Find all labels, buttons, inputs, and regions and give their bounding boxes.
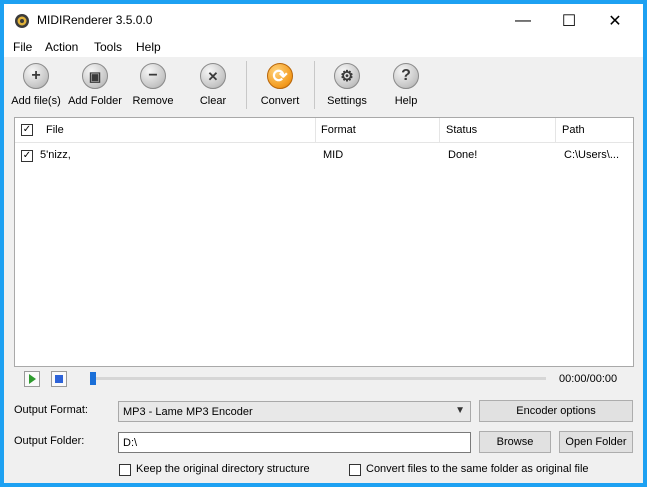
output-format-select[interactable]: MP3 - Lame MP3 Encoder ▼ [118,401,471,422]
same-folder-label: Convert files to the same folder as orig… [366,463,589,475]
menu-help[interactable]: Help [136,40,161,54]
window-title: MIDIRenderer 3.5.0.0 [37,13,153,27]
add-folder-label: Add Folder [68,95,122,107]
stop-icon [55,375,63,383]
remove-button[interactable]: − Remove [128,57,178,113]
play-button[interactable] [24,371,40,387]
column-status[interactable]: Status [446,124,477,136]
output-folder-label: Output Folder: [14,435,85,447]
settings-label: Settings [327,95,367,107]
same-folder-checkbox[interactable] [349,464,361,476]
chevron-down-icon: ▼ [455,405,465,416]
row-checkbox[interactable]: ✓ [21,150,33,162]
file-list[interactable]: ✓ File Format Status Path ✓ 5'nizz, MID … [14,117,634,367]
menu-file[interactable]: File [13,40,32,54]
column-divider[interactable] [439,118,440,142]
app-window: MIDIRenderer 3.5.0.0 — ☐ ✕ File Action T… [0,0,647,487]
seek-track[interactable] [90,377,546,380]
seek-slider-thumb[interactable] [90,372,96,385]
convert-button[interactable]: ⟳ Convert [254,57,306,113]
help-icon: ? [393,63,419,89]
menu-action[interactable]: Action [45,40,78,54]
row-status: Done! [448,149,478,161]
title-bar: MIDIRenderer 3.5.0.0 — ☐ ✕ [4,4,643,37]
row-path: C:\Users\... [564,149,620,161]
settings-icon: ⚙ [334,63,360,89]
output-format-label: Output Format: [14,404,88,416]
menu-tools[interactable]: Tools [94,40,122,54]
add-icon: + [23,63,49,89]
player-bar: 00:00/00:00 [14,367,634,391]
stop-button[interactable] [51,371,67,387]
app-logo-icon [15,14,29,28]
output-folder-input[interactable]: D:\ [118,432,471,453]
open-folder-button[interactable]: Open Folder [559,431,633,453]
menu-bar: File Action Tools Help [4,37,643,57]
clear-icon: ✕ [200,63,226,89]
output-folder-value: D:\ [123,437,138,449]
convert-icon: ⟳ [267,63,293,89]
remove-label: Remove [132,95,174,107]
select-all-checkbox[interactable]: ✓ [21,124,33,136]
settings-button[interactable]: ⚙ Settings [322,57,372,113]
help-label: Help [394,95,418,107]
output-format-value: MP3 - Lame MP3 Encoder [123,406,253,418]
minimize-button[interactable]: — [500,4,546,37]
keep-structure-checkbox[interactable] [119,464,131,476]
toolbar-separator [246,61,247,109]
column-format[interactable]: Format [321,124,356,136]
keep-structure-label: Keep the original directory structure [136,463,310,475]
maximize-button[interactable]: ☐ [546,4,592,37]
column-divider[interactable] [315,118,316,142]
add-folder-icon: ▣ [82,63,108,89]
column-path[interactable]: Path [562,124,585,136]
play-icon [29,374,36,384]
row-format: MID [323,149,344,161]
clear-label: Clear [199,95,227,107]
help-button[interactable]: ? Help [382,57,430,113]
close-button[interactable]: ✕ [592,4,638,37]
toolbar-separator [314,61,315,109]
convert-label: Convert [260,95,300,107]
add-files-label: Add file(s) [11,95,61,107]
column-file[interactable]: File [46,124,64,136]
clear-button[interactable]: ✕ Clear [188,57,238,113]
remove-icon: − [140,63,166,89]
time-display: 00:00/00:00 [559,373,618,385]
toolbar: + Add file(s) ▣ Add Folder − Remove ✕ Cl… [4,57,643,113]
add-folder-button[interactable]: ▣ Add Folder [66,57,124,113]
encoder-options-button[interactable]: Encoder options [479,400,633,422]
add-files-button[interactable]: + Add file(s) [8,57,64,113]
file-list-header: ✓ File Format Status Path [15,118,633,143]
row-file: 5'nizz, [40,149,71,161]
column-divider[interactable] [555,118,556,142]
browse-button[interactable]: Browse [479,431,551,453]
